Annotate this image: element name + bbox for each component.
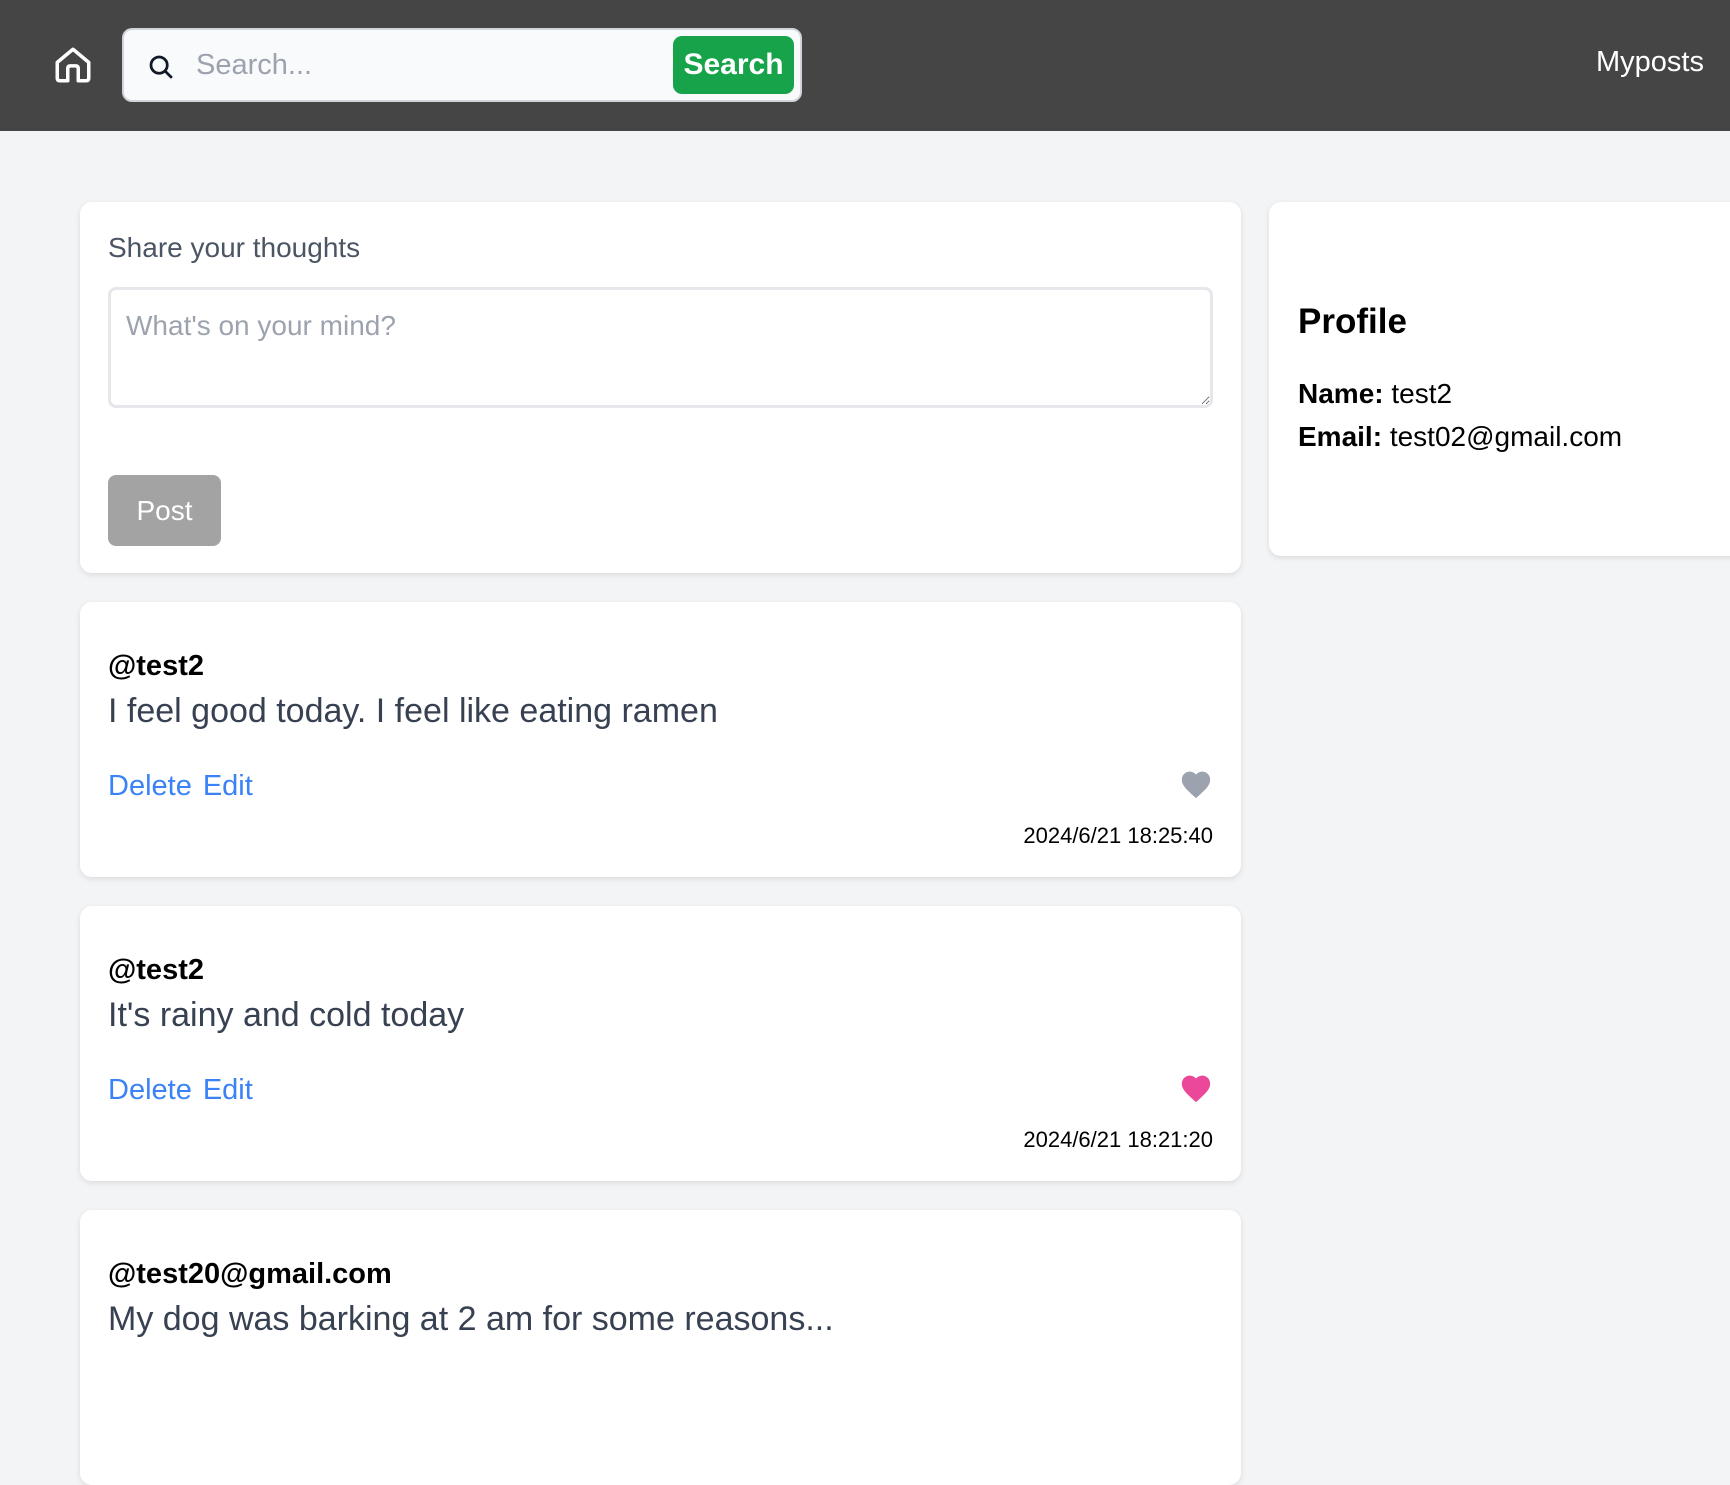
edit-link[interactable]: Edit <box>203 770 253 802</box>
post-actions: Delete Edit <box>108 1074 264 1107</box>
delete-link[interactable]: Delete <box>108 770 192 802</box>
profile-card: Profile Name: test2 Email: test02@gmail.… <box>1269 202 1730 556</box>
post-content: It's rainy and cold today <box>108 996 465 1034</box>
post-timestamp: 2024/6/21 18:21:20 <box>1023 1127 1213 1152</box>
post-actions: Delete Edit <box>108 770 264 803</box>
profile-email-label: Email: <box>1298 421 1383 452</box>
post-author: @test2 <box>108 650 204 682</box>
post-content: I feel good today. I feel like eating ra… <box>108 692 718 730</box>
search-icon <box>149 55 173 79</box>
post-card: @test2 I feel good today. I feel like ea… <box>80 602 1241 877</box>
post-content: My dog was barking at 2 am for some reas… <box>108 1300 834 1338</box>
search-bar: Search <box>122 28 802 102</box>
home-icon[interactable] <box>52 44 94 86</box>
delete-link[interactable]: Delete <box>108 1074 192 1106</box>
heart-icon[interactable] <box>1179 768 1213 800</box>
search-button[interactable]: Search <box>673 36 794 94</box>
edit-link[interactable]: Edit <box>203 1074 253 1106</box>
post-card: @test2 It's rainy and cold today Delete E… <box>80 906 1241 1181</box>
profile-name-label: Name: <box>1298 378 1384 409</box>
compose-textarea[interactable] <box>108 287 1213 408</box>
profile-name-value: test2 <box>1391 378 1453 409</box>
compose-label: Share your thoughts <box>108 232 361 263</box>
navbar: Search Myposts <box>0 0 1730 131</box>
post-card: @test20@gmail.com My dog was barking at … <box>80 1210 1241 1485</box>
profile-title: Profile <box>1298 302 1407 341</box>
profile-name: Name: test2 <box>1298 378 1452 410</box>
profile-email-value: test02@gmail.com <box>1389 421 1623 452</box>
heart-icon[interactable] <box>1179 1072 1213 1104</box>
post-timestamp: 2024/6/21 18:25:40 <box>1023 823 1213 848</box>
post-button[interactable]: Post <box>108 475 221 546</box>
post-author: @test2 <box>108 954 204 986</box>
post-author: @test20@gmail.com <box>108 1258 392 1290</box>
compose-card: Share your thoughts Post <box>80 202 1241 573</box>
myposts-link[interactable]: Myposts <box>1596 46 1704 79</box>
profile-email: Email: test02@gmail.com <box>1298 421 1622 453</box>
